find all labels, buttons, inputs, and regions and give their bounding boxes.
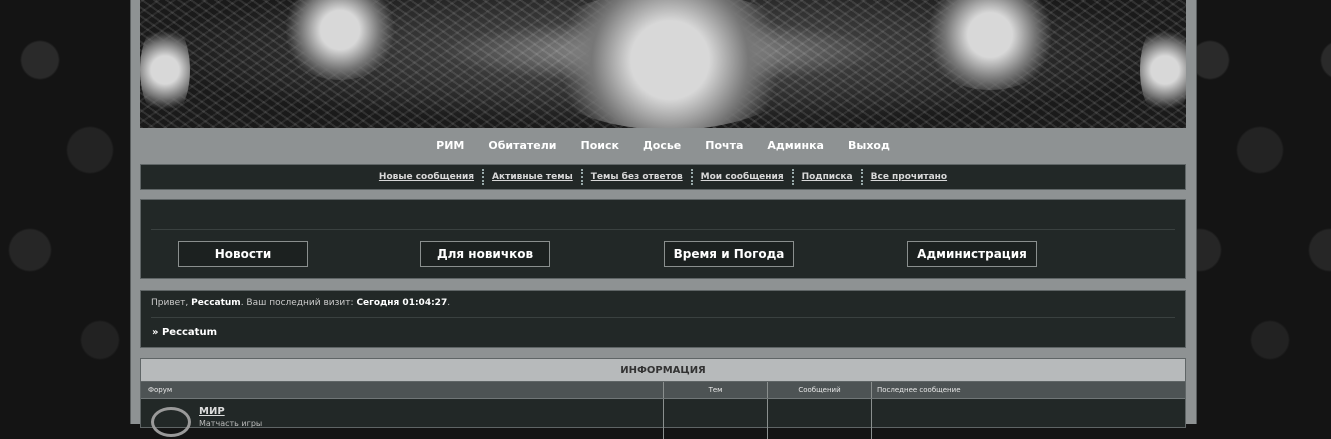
greeting-text: Привет,: [151, 298, 189, 308]
col-topics: Тем: [664, 382, 768, 398]
breadcrumb: » Peccatum: [152, 327, 217, 338]
last-visit-label: . Ваш последний визит:: [240, 298, 354, 308]
nav-logout[interactable]: Выход: [848, 139, 890, 152]
banner-skeleton-left: [140, 20, 190, 120]
divider: [151, 229, 1175, 230]
quick-links-panel: Новости Для новичков Время и Погода Адми…: [140, 199, 1186, 279]
divider: [151, 317, 1175, 318]
nav-home[interactable]: РИМ: [436, 139, 464, 152]
link-my-posts[interactable]: Мои сообщения: [694, 172, 791, 182]
link-mark-all-read[interactable]: Все прочитано: [864, 172, 954, 182]
col-last-post: Последнее сообщение: [877, 386, 961, 394]
time-weather-button[interactable]: Время и Погода: [664, 241, 794, 267]
header-banner: [140, 0, 1186, 128]
breadcrumb-user[interactable]: Peccatum: [162, 327, 217, 338]
banner-figure-center: [530, 0, 810, 128]
forum-category: ИНФОРМАЦИЯ Форум Тем Сообщений Последнее…: [140, 358, 1186, 439]
period: .: [447, 298, 451, 308]
table-row: [141, 399, 1185, 439]
nav-messages[interactable]: Почта: [705, 139, 743, 152]
forum-status-icon: [151, 407, 191, 437]
last-visit-value: Сегодня 01:04:27: [356, 298, 448, 308]
link-new-posts[interactable]: Новые сообщения: [372, 172, 481, 182]
news-button[interactable]: Новости: [178, 241, 308, 267]
nav-members[interactable]: Обитатели: [488, 139, 556, 152]
category-title[interactable]: ИНФОРМАЦИЯ: [141, 359, 1185, 382]
administration-button[interactable]: Администрация: [907, 241, 1037, 267]
separator: [690, 169, 693, 185]
secondary-navigation: Новые сообщения Активные темы Темы без о…: [140, 164, 1186, 190]
link-subscriptions[interactable]: Подписка: [795, 172, 860, 182]
separator: [580, 169, 583, 185]
breadcrumb-arrow: »: [152, 327, 159, 338]
column-headers: Форум Тем Сообщений Последнее сообщение: [141, 382, 1185, 399]
last-post-cell: [872, 399, 1185, 439]
newcomers-button[interactable]: Для новичков: [420, 241, 550, 267]
posts-cell: [768, 399, 872, 439]
link-unanswered[interactable]: Темы без ответов: [584, 172, 690, 182]
topics-cell: [664, 399, 768, 439]
forum-title-link[interactable]: МИР: [199, 406, 225, 417]
nav-profile[interactable]: Досье: [643, 139, 681, 152]
main-navigation: РИМ Обитатели Поиск Досье Почта Админка …: [140, 129, 1186, 161]
nav-search[interactable]: Поиск: [581, 139, 619, 152]
nav-admin[interactable]: Админка: [767, 139, 824, 152]
col-posts: Сообщений: [768, 382, 872, 398]
welcome-panel: Привет, Peccatum. Ваш последний визит: С…: [140, 290, 1186, 348]
welcome-line: Привет, Peccatum. Ваш последний визит: С…: [151, 298, 450, 308]
separator: [791, 169, 794, 185]
link-active-topics[interactable]: Активные темы: [485, 172, 580, 182]
banner-skeleton-right: [1140, 20, 1186, 120]
separator: [482, 169, 485, 185]
separator: [860, 169, 863, 185]
col-forum: Форум: [141, 382, 664, 398]
page-container: РИМ Обитатели Поиск Досье Почта Админка …: [130, 0, 1197, 439]
username: Peccatum: [191, 298, 241, 308]
